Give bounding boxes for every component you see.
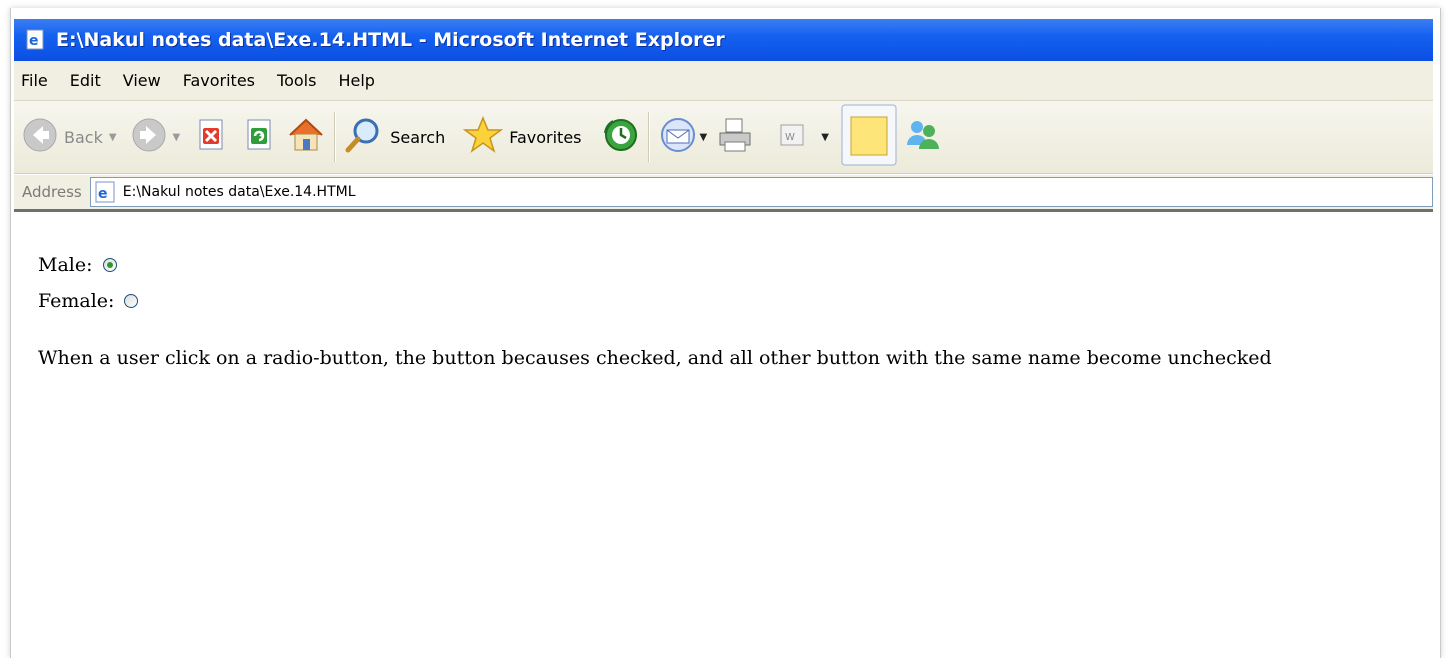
- page-content: Male: Female: When a user click on a rad…: [38, 247, 1432, 369]
- star-icon: [462, 115, 504, 159]
- menu-help[interactable]: Help: [327, 71, 385, 90]
- word-document-icon: W: [777, 120, 807, 154]
- search-label: Search: [390, 127, 446, 147]
- svg-text:W: W: [785, 132, 795, 143]
- mail-envelope-icon: [658, 116, 698, 158]
- messenger-people-icon: [903, 115, 943, 159]
- back-arrow-icon: [22, 117, 58, 157]
- search-button[interactable]: Search: [344, 108, 445, 166]
- title-bar[interactable]: e E:\Nakul notes data\Exe.14.HTML - Micr…: [14, 19, 1433, 61]
- ie-page-icon: e: [95, 181, 117, 203]
- home-icon: [286, 115, 326, 159]
- favorites-label: Favorites: [509, 127, 582, 147]
- sticky-note-icon: [841, 104, 897, 170]
- toolbar-separator: [647, 112, 650, 162]
- forward-dropdown-arrow-icon[interactable]: ▼: [173, 132, 181, 143]
- printer-icon: [715, 115, 755, 159]
- messenger-button[interactable]: [903, 108, 943, 166]
- mail-button[interactable]: [658, 108, 698, 166]
- history-button[interactable]: [602, 108, 640, 166]
- ie-document-icon: e: [26, 29, 46, 51]
- female-radio[interactable]: [124, 294, 139, 308]
- menu-bar: File Edit View Favorites Tools Help: [14, 61, 1433, 101]
- male-option-row: Male:: [38, 247, 1432, 283]
- edit-word-button[interactable]: W: [777, 108, 807, 166]
- home-button[interactable]: [286, 108, 326, 166]
- female-label: Female:: [38, 290, 115, 312]
- stop-button[interactable]: [194, 108, 228, 166]
- male-label: Male:: [38, 254, 93, 276]
- address-bar: Address e E:\Nakul notes data\Exe.14.HTM…: [14, 175, 1433, 212]
- favorites-button[interactable]: Favorites: [462, 108, 582, 166]
- refresh-icon: [242, 117, 276, 157]
- address-label: Address: [22, 183, 82, 201]
- toolbar-separator: [334, 112, 337, 162]
- history-clock-icon: [602, 116, 640, 158]
- address-value: E:\Nakul notes data\Exe.14.HTML: [122, 184, 356, 200]
- menu-file[interactable]: File: [14, 71, 59, 90]
- back-button[interactable]: Back: [22, 108, 103, 166]
- refresh-button[interactable]: [242, 108, 276, 166]
- window-title: E:\Nakul notes data\Exe.14.HTML - Micros…: [56, 29, 725, 51]
- note-button[interactable]: [841, 104, 897, 166]
- edit-dropdown-arrow-icon[interactable]: ▼: [821, 132, 829, 143]
- address-input[interactable]: e E:\Nakul notes data\Exe.14.HTML: [89, 177, 1433, 207]
- forward-arrow-icon: [131, 117, 167, 157]
- svg-text:e: e: [98, 186, 108, 202]
- search-magnifier-icon: [344, 115, 384, 159]
- menu-tools[interactable]: Tools: [266, 71, 327, 90]
- toolbar: Back ▼ ▼ Search Favorites ▼ W ▼: [14, 101, 1433, 174]
- forward-button[interactable]: [131, 108, 167, 166]
- male-radio[interactable]: [102, 258, 117, 272]
- description-paragraph: When a user click on a radio-button, the…: [38, 347, 1272, 369]
- stop-icon: [194, 117, 228, 157]
- female-option-row: Female:: [38, 283, 1432, 319]
- back-label: Back: [64, 127, 103, 147]
- menu-view[interactable]: View: [112, 71, 172, 90]
- menu-favorites[interactable]: Favorites: [172, 71, 266, 90]
- back-dropdown-arrow-icon[interactable]: ▼: [109, 132, 117, 143]
- svg-text:e: e: [29, 33, 39, 49]
- menu-edit[interactable]: Edit: [59, 71, 112, 90]
- print-button[interactable]: [715, 108, 755, 166]
- mail-dropdown-arrow-icon[interactable]: ▼: [700, 132, 708, 143]
